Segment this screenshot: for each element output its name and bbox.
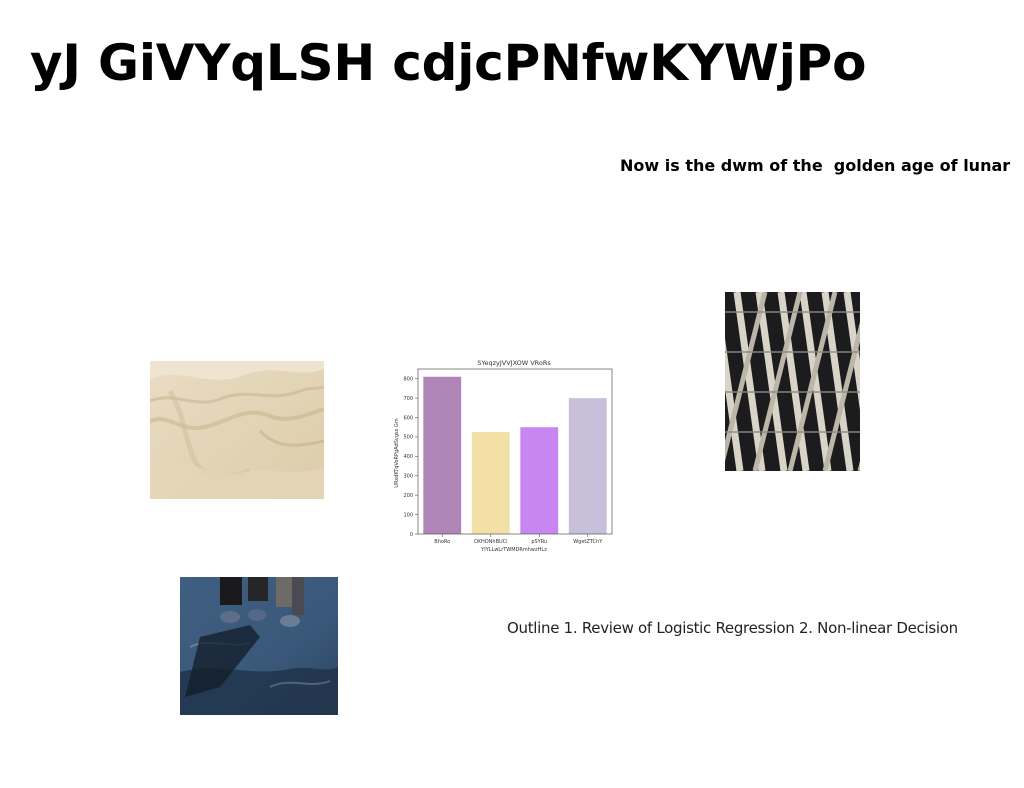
y-tick-label: 400	[403, 454, 413, 460]
x-tick-label: OXHONhBUCi	[474, 539, 508, 545]
y-tick-label: 100	[403, 512, 413, 518]
chart-title: SYeqzyJVVJXOW VRoRs	[477, 359, 551, 367]
bar-chart: SYeqzyJVVJXOW VRoRs URsdKTqVoRPgAdSvgss …	[388, 353, 618, 558]
bar-chart-svg: SYeqzyJVVJXOW VRoRs URsdKTqVoRPgAdSvgss …	[394, 359, 613, 553]
bar-OXHONhBUCi	[471, 432, 510, 534]
chart-y-axis-label: URsdKTqVoRPgAdSvgss Gm	[394, 418, 400, 487]
bar-pSYRu	[520, 427, 559, 534]
slide-title: yJ GiVYqLSH cdjcPNfwKYWjPo	[30, 34, 867, 92]
y-tick-label: 600	[403, 415, 413, 421]
x-tick-label: pSYRu	[531, 539, 547, 545]
y-tick-label: 500	[403, 435, 413, 441]
x-tick-label: WgetZTChY	[573, 539, 603, 545]
chart-x-axis-label: YIYLLwLrTWMDRmhwzHLz	[480, 547, 547, 553]
sand-dunes-photo	[150, 361, 324, 499]
y-tick-label: 200	[403, 493, 413, 499]
lattice-facade-photo	[725, 292, 860, 471]
bar-BhoRo	[423, 376, 462, 534]
x-tick-label: BhoRo	[434, 539, 450, 545]
beach-feet-photo	[180, 577, 338, 715]
bar-WgetZTChY	[568, 398, 607, 534]
y-tick-label: 0	[410, 532, 413, 538]
subheading: Now is the dwm of the golden age of luna…	[620, 156, 1011, 175]
y-tick-label: 300	[403, 474, 413, 480]
y-tick-label: 800	[403, 377, 413, 383]
y-tick-label: 700	[403, 396, 413, 402]
outline-text: Outline 1. Review of Logistic Regression…	[507, 619, 958, 637]
